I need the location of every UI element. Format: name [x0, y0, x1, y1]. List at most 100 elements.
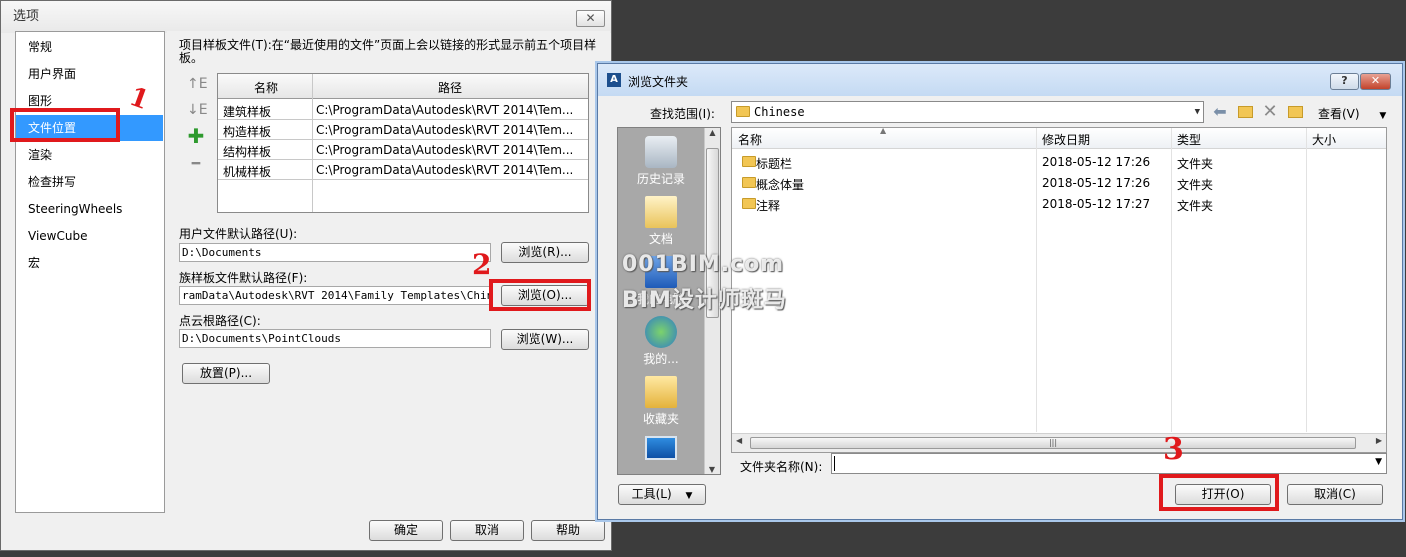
nav-item-general[interactable]: 常规 [16, 34, 163, 60]
column-name-header[interactable]: 名称 [254, 79, 278, 96]
folder-icon [736, 106, 750, 117]
move-up-icon[interactable]: ↑E [187, 75, 208, 93]
file-list-header: 名称 ▲ 修改日期 类型 大小 [732, 126, 1386, 149]
point-cloud-path-input[interactable]: D:\Documents\PointClouds [179, 329, 491, 348]
nav-item-steeringwheels[interactable]: SteeringWheels [16, 196, 163, 222]
folder-name-label: 文件夹名称(N): [740, 460, 823, 474]
column-type-header[interactable]: 类型 [1177, 131, 1201, 148]
place-network[interactable]: 我的... [618, 316, 704, 367]
place-documents[interactable]: 文档 [618, 196, 704, 247]
browse-title: 浏览文件夹 [628, 75, 689, 89]
browse-r-button[interactable]: 浏览(R)... [501, 242, 589, 263]
revit-logo-icon: A [607, 73, 621, 87]
highlight-browse-o [489, 279, 591, 311]
documents-icon [645, 196, 677, 228]
folder-name: 标题栏 [756, 157, 793, 171]
favorites-icon [645, 376, 677, 408]
scroll-thumb[interactable]: ||| [750, 437, 1356, 449]
project-templates-table: 名称 路径 建筑样板 C:\ProgramData\Autodesk\RVT 2… [217, 73, 589, 213]
user-path-input[interactable]: D:\Documents [179, 243, 491, 262]
nav-item-rendering[interactable]: 渲染 [16, 142, 163, 168]
chevron-down-icon: ▼ [685, 491, 693, 501]
place-label: 收藏夹 [642, 412, 679, 426]
column-date-header[interactable]: 修改日期 [1042, 131, 1090, 148]
folder-date: 2018-05-12 17:26 [1042, 155, 1151, 169]
ok-button[interactable]: 确定 [369, 520, 443, 541]
delete-icon[interactable]: ✕ [1261, 103, 1279, 121]
move-down-icon[interactable]: ↓E [187, 101, 208, 119]
annotation-mark-2: 2 [472, 248, 492, 281]
folder-name: 注释 [756, 199, 781, 213]
view-menu-button[interactable]: 查看(V) ▼ [1318, 105, 1386, 122]
table-row[interactable]: 构造样板 C:\ProgramData\Autodesk\RVT 2014\Te… [218, 120, 588, 140]
list-item[interactable]: 标题栏 2018-05-12 17:26 文件夹 [732, 152, 1386, 172]
list-item[interactable]: 注释 2018-05-12 17:27 文件夹 [732, 194, 1386, 214]
history-icon [645, 136, 677, 168]
place-desktop[interactable] [618, 436, 704, 462]
place-history[interactable]: 历史记录 [618, 136, 704, 187]
family-path-label: 族样板文件默认路径(F): [179, 271, 308, 285]
help-button[interactable]: 帮助 [531, 520, 605, 541]
column-path-header[interactable]: 路径 [438, 79, 462, 96]
add-icon[interactable]: ✚ [187, 126, 205, 146]
highlight-open-button [1159, 474, 1279, 511]
tools-menu-button[interactable]: 工具(L) ▼ [618, 484, 706, 505]
browse-close-button[interactable]: ✕ [1360, 73, 1391, 90]
column-name-header[interactable]: 名称 [738, 131, 762, 148]
text-cursor [834, 456, 835, 471]
family-path-input[interactable]: ramData\Autodesk\RVT 2014\Family Templat… [179, 286, 491, 305]
look-in-dropdown[interactable]: Chinese ▼ [731, 101, 1204, 123]
template-path: C:\ProgramData\Autodesk\RVT 2014\Tem... [316, 123, 574, 137]
highlight-file-locations [10, 108, 120, 142]
cancel-button[interactable]: 取消 [450, 520, 524, 541]
folder-icon [742, 177, 756, 188]
horizontal-scrollbar[interactable]: ◀ ||| ▶ [732, 433, 1386, 452]
nav-item-macros[interactable]: 宏 [16, 250, 163, 276]
file-list: 名称 ▲ 修改日期 类型 大小 标题栏 2018-05-12 17:26 文件夹… [731, 126, 1387, 453]
template-name: 机械样板 [223, 165, 272, 179]
browse-titlebar: A 浏览文件夹 ? ✕ [598, 64, 1402, 96]
up-folder-icon[interactable] [1236, 103, 1254, 121]
scroll-right-icon[interactable]: ▶ [1376, 436, 1382, 445]
table-row[interactable]: 机械样板 C:\ProgramData\Autodesk\RVT 2014\Te… [218, 160, 588, 180]
desktop-icon [645, 436, 677, 460]
browse-w-button[interactable]: 浏览(W)... [501, 329, 589, 350]
watermark-author: BIM设计师斑马 [622, 288, 787, 313]
list-item[interactable]: 概念体量 2018-05-12 17:26 文件夹 [732, 173, 1386, 193]
annotation-mark-3: 3 [1163, 432, 1184, 467]
chevron-down-icon: ▼ [1375, 457, 1382, 467]
remove-icon[interactable]: ━ [187, 155, 205, 173]
browse-cancel-button[interactable]: 取消(C) [1287, 484, 1383, 505]
template-name: 结构样板 [223, 145, 272, 159]
folder-name: 概念体量 [756, 178, 805, 192]
folder-type: 文件夹 [1177, 178, 1214, 192]
network-icon [645, 316, 677, 348]
place-favorites[interactable]: 收藏夹 [618, 376, 704, 427]
back-icon[interactable]: ⬅ [1211, 103, 1229, 121]
place-label: 文档 [648, 232, 673, 246]
nav-item-spelling[interactable]: 检查拼写 [16, 169, 163, 195]
column-size-header[interactable]: 大小 [1312, 131, 1336, 148]
nav-item-viewcube[interactable]: ViewCube [16, 223, 163, 249]
new-folder-icon[interactable] [1286, 103, 1304, 121]
file-locations-panel: 项目样板文件(T):在“最近使用的文件”页面上会以链接的形式显示前五个项目样板。… [167, 31, 610, 513]
options-dialog: 选项 ✕ 常规 用户界面 图形 文件位置 渲染 检查拼写 SteeringWhe… [0, 0, 612, 551]
options-close-button[interactable]: ✕ [576, 10, 605, 27]
folder-name-input[interactable]: ▼ [831, 453, 1387, 474]
table-row[interactable]: 结构样板 C:\ProgramData\Autodesk\RVT 2014\Te… [218, 140, 588, 160]
table-row[interactable]: 建筑样板 C:\ProgramData\Autodesk\RVT 2014\Te… [218, 100, 588, 120]
places-button[interactable]: 放置(P)... [182, 363, 270, 384]
point-cloud-path-label: 点云根路径(C): [179, 314, 261, 328]
scroll-down-icon[interactable]: ▼ [705, 465, 719, 474]
folder-icon [742, 156, 756, 167]
help-button[interactable]: ? [1330, 73, 1359, 90]
scroll-left-icon[interactable]: ◀ [736, 436, 742, 445]
scroll-up-icon[interactable]: ▲ [705, 128, 720, 137]
place-label: 历史记录 [636, 172, 685, 186]
template-name: 建筑样板 [223, 105, 272, 119]
tools-label: 工具(L) [631, 487, 672, 501]
table-header: 名称 路径 [218, 74, 588, 99]
options-titlebar: 选项 [1, 1, 611, 33]
template-path: C:\ProgramData\Autodesk\RVT 2014\Tem... [316, 163, 574, 177]
project-template-description: 项目样板文件(T):在“最近使用的文件”页面上会以链接的形式显示前五个项目样板。 [179, 38, 597, 65]
